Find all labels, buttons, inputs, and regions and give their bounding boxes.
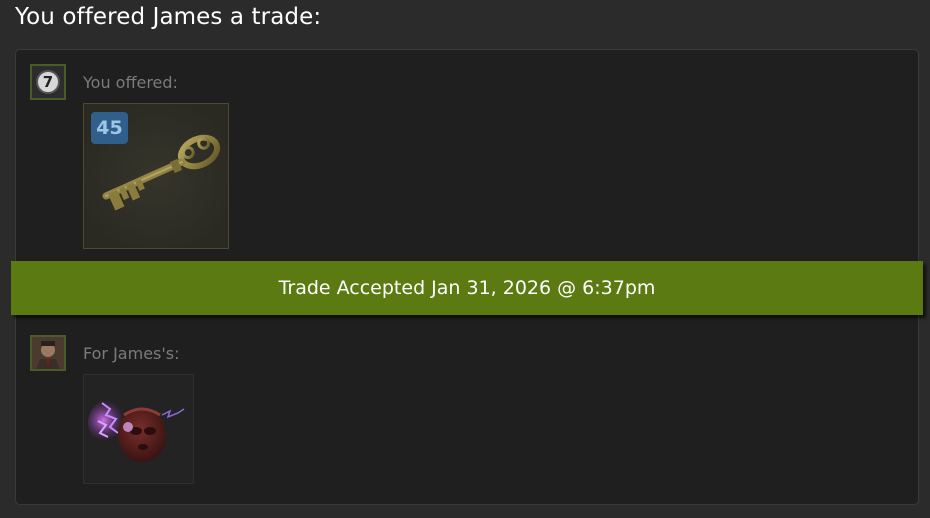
my-avatar[interactable]: 7: [30, 64, 66, 100]
trade-status-text: Trade Accepted Jan 31, 2026 @ 6:37pm: [278, 277, 656, 299]
trade-offer-page: You offered James a trade: 7 You offered…: [0, 0, 930, 518]
mann-co-key-icon: [102, 134, 221, 211]
spy-mask-unusual-icon: [88, 397, 185, 462]
for-james-label: For James's:: [83, 344, 180, 363]
james-avatar[interactable]: [30, 335, 66, 371]
item-tile-mask[interactable]: [83, 374, 194, 484]
seven-badge-icon: 7: [36, 70, 60, 94]
you-offered-label: You offered:: [83, 73, 178, 92]
trade-status-bar: Trade Accepted Jan 31, 2026 @ 6:37pm: [11, 261, 923, 315]
james-avatar-icon: [32, 337, 64, 369]
page-title: You offered James a trade:: [15, 4, 322, 30]
item-tile-key[interactable]: 45: [83, 103, 229, 249]
